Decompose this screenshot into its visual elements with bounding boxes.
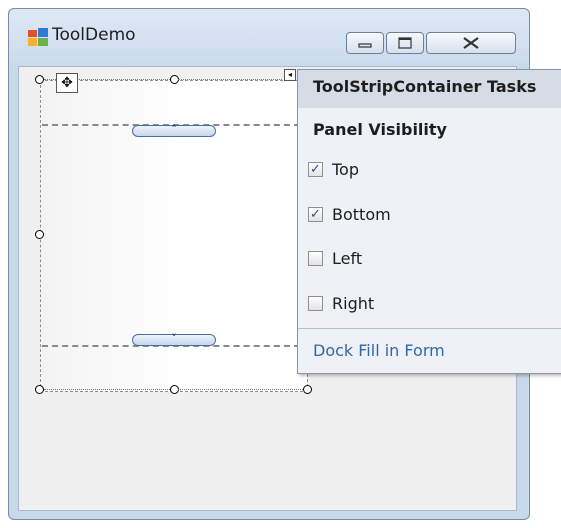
option-label: Top [332, 160, 359, 179]
checkbox-top[interactable]: ✓ [308, 162, 323, 177]
bottom-panel-toggle[interactable]: ˅ [132, 333, 216, 346]
window-title: ToolDemo [52, 25, 136, 45]
resize-handle[interactable] [35, 230, 44, 239]
section-title: Panel Visibility [313, 120, 447, 139]
resize-handle[interactable] [35, 75, 44, 84]
close-icon [463, 37, 479, 49]
selection-border [178, 79, 282, 80]
smart-tag-panel: ToolStripContainer Tasks Panel Visibilit… [297, 69, 561, 374]
dock-fill-link[interactable]: Dock Fill in Form [313, 341, 445, 360]
panel-header: ToolStripContainer Tasks [298, 70, 561, 108]
checkbox-right[interactable] [308, 296, 323, 311]
checkbox-left[interactable] [308, 251, 323, 266]
form-icon [28, 28, 48, 46]
resize-handle[interactable] [303, 385, 312, 394]
smart-tag-icon[interactable]: ◂ [284, 69, 296, 81]
maximize-button[interactable] [386, 32, 424, 54]
minimize-icon [358, 43, 372, 48]
option-label: Left [332, 249, 363, 268]
divider [298, 328, 561, 329]
checkbox-bottom[interactable]: ✓ [308, 207, 323, 222]
option-label: Bottom [332, 205, 391, 224]
resize-handle[interactable] [35, 385, 44, 394]
close-button[interactable] [426, 32, 516, 54]
minimize-button[interactable] [346, 32, 384, 54]
maximize-icon [398, 37, 412, 49]
top-panel-toggle[interactable]: ˄ [132, 124, 216, 137]
selection-border [178, 389, 303, 390]
selection-border [44, 389, 170, 390]
option-label: Right [332, 294, 375, 313]
move-icon[interactable]: ✥ [56, 73, 78, 93]
